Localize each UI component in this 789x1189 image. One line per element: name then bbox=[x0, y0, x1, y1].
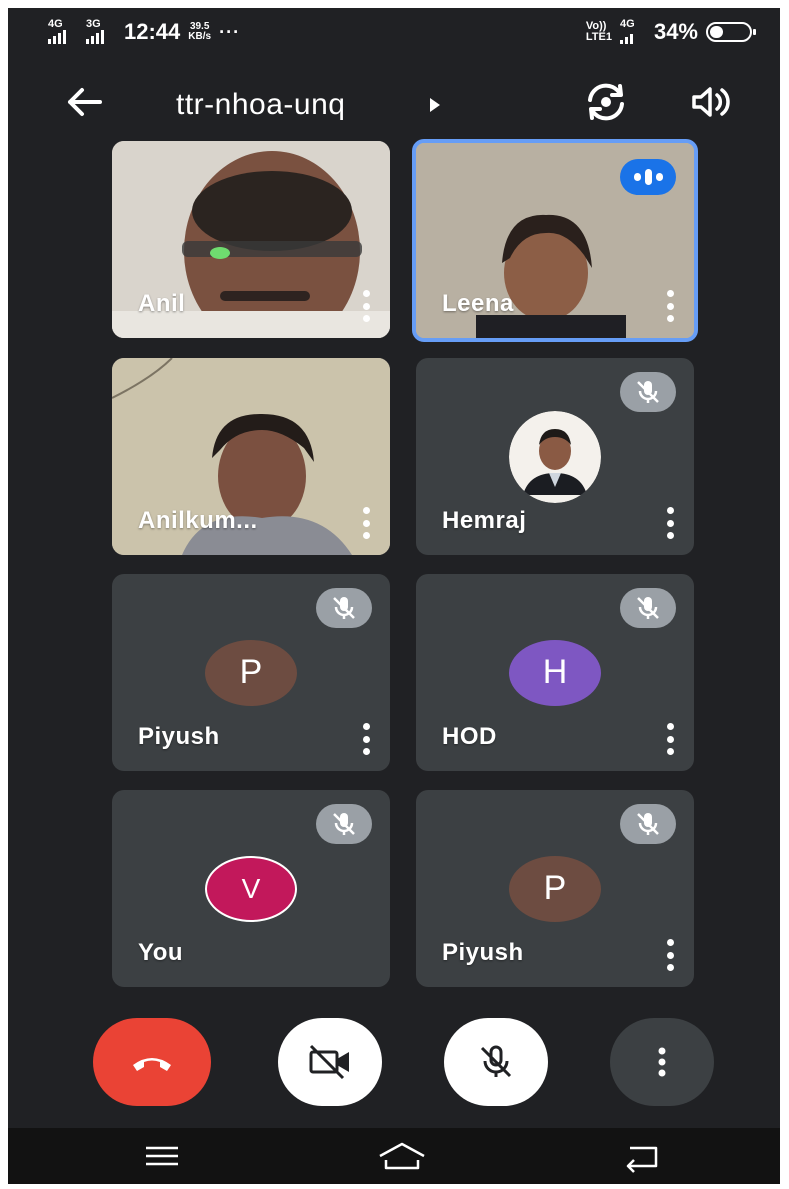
participant-name: Anil bbox=[138, 290, 186, 317]
participant-options-button[interactable] bbox=[662, 290, 678, 322]
speaker-icon bbox=[692, 87, 730, 117]
mic-off-icon bbox=[620, 372, 676, 412]
participant-tile-piyush-2[interactable]: P Piyush bbox=[416, 790, 694, 987]
nav-menu-button[interactable] bbox=[132, 1138, 192, 1174]
participant-tile-you[interactable]: V You bbox=[112, 790, 390, 987]
back-button[interactable] bbox=[60, 80, 110, 124]
participant-options-button[interactable] bbox=[358, 290, 374, 322]
system-nav-bar bbox=[8, 1128, 780, 1184]
participant-photo bbox=[509, 410, 601, 503]
mic-off-icon bbox=[316, 804, 372, 844]
participant-tile-hod[interactable]: H HOD bbox=[416, 574, 694, 771]
participant-name: Hemraj bbox=[442, 507, 527, 534]
home-icon bbox=[379, 1142, 425, 1170]
meeting-code[interactable]: ttr-nhoa-unq bbox=[176, 88, 345, 122]
signal-4g-icon: 4G bbox=[619, 18, 646, 46]
network-type-label: 3G bbox=[86, 18, 101, 30]
mic-toggle-button[interactable] bbox=[444, 1018, 548, 1106]
mic-off-icon bbox=[316, 588, 372, 628]
participant-options-button[interactable] bbox=[358, 507, 374, 539]
participant-name: Leena bbox=[442, 290, 514, 317]
speaker-button[interactable] bbox=[686, 80, 736, 124]
volte-icon: Vo)) LTE1 bbox=[586, 21, 612, 43]
status-bar: 4G 3G 12:44 39.5 KB/s ··· Vo)) LTE1 4G 3… bbox=[8, 8, 780, 58]
participant-name: Anilkum... bbox=[138, 507, 258, 534]
nav-home-button[interactable] bbox=[372, 1138, 432, 1174]
participant-options-button[interactable] bbox=[662, 723, 678, 755]
expand-details-icon[interactable] bbox=[430, 98, 440, 112]
participant-tile-anilkum[interactable]: Anilkum... bbox=[112, 358, 390, 555]
camera-toggle-button[interactable] bbox=[278, 1018, 382, 1106]
participant-tile-hemraj[interactable]: Hemraj bbox=[416, 358, 694, 555]
more-vert-icon bbox=[658, 1047, 666, 1077]
mic-off-icon bbox=[620, 804, 676, 844]
speaking-indicator-icon bbox=[620, 159, 676, 195]
battery-icon bbox=[706, 22, 756, 42]
lte-label: LTE1 bbox=[585, 31, 612, 43]
participant-name: Piyush bbox=[138, 723, 220, 750]
participant-name: Piyush bbox=[442, 939, 524, 966]
signal-4g-icon: 4G bbox=[48, 18, 78, 46]
participant-options-button[interactable] bbox=[662, 507, 678, 539]
mic-off-icon bbox=[620, 588, 676, 628]
participant-name: HOD bbox=[442, 723, 497, 750]
app-bar: ttr-nhoa-unq bbox=[8, 68, 780, 138]
battery-percent: 34% bbox=[653, 19, 698, 44]
participant-name: You bbox=[138, 939, 184, 966]
participant-avatar: P bbox=[205, 639, 297, 706]
network-speed-unit: KB/s bbox=[188, 31, 212, 42]
phone-screen: 4G 3G 12:44 39.5 KB/s ··· Vo)) LTE1 4G 3… bbox=[8, 8, 780, 1184]
clock: 12:44 bbox=[124, 19, 181, 44]
menu-icon bbox=[146, 1146, 178, 1166]
phone-hangup-icon bbox=[133, 1058, 171, 1071]
switch-camera-icon bbox=[588, 83, 624, 121]
switch-camera-button[interactable] bbox=[580, 80, 632, 124]
signal-3g-icon: 3G bbox=[86, 18, 116, 46]
participant-tile-anil[interactable]: Anil bbox=[112, 141, 390, 338]
participant-avatar: P bbox=[509, 855, 601, 922]
arrow-left-icon bbox=[68, 88, 102, 116]
network-type-label: 4G bbox=[48, 18, 63, 30]
nav-back-icon bbox=[626, 1146, 658, 1173]
end-call-button[interactable] bbox=[93, 1018, 211, 1106]
participant-tile-leena[interactable]: Leena bbox=[412, 139, 698, 342]
nav-back-button[interactable] bbox=[612, 1138, 672, 1174]
network-speed: 39.5 KB/s bbox=[188, 22, 211, 42]
network-type-label: 4G bbox=[619, 18, 635, 30]
participant-avatar: V bbox=[205, 855, 297, 922]
video-off-icon bbox=[309, 1044, 349, 1080]
more-notifications-icon: ··· bbox=[219, 21, 241, 42]
participant-options-button[interactable] bbox=[662, 939, 678, 971]
more-options-button[interactable] bbox=[610, 1018, 714, 1106]
participant-options-button[interactable] bbox=[358, 723, 374, 755]
participant-tile-piyush[interactable]: P Piyush bbox=[112, 574, 390, 771]
participant-avatar: H bbox=[509, 639, 601, 706]
mic-off-icon bbox=[480, 1045, 512, 1078]
